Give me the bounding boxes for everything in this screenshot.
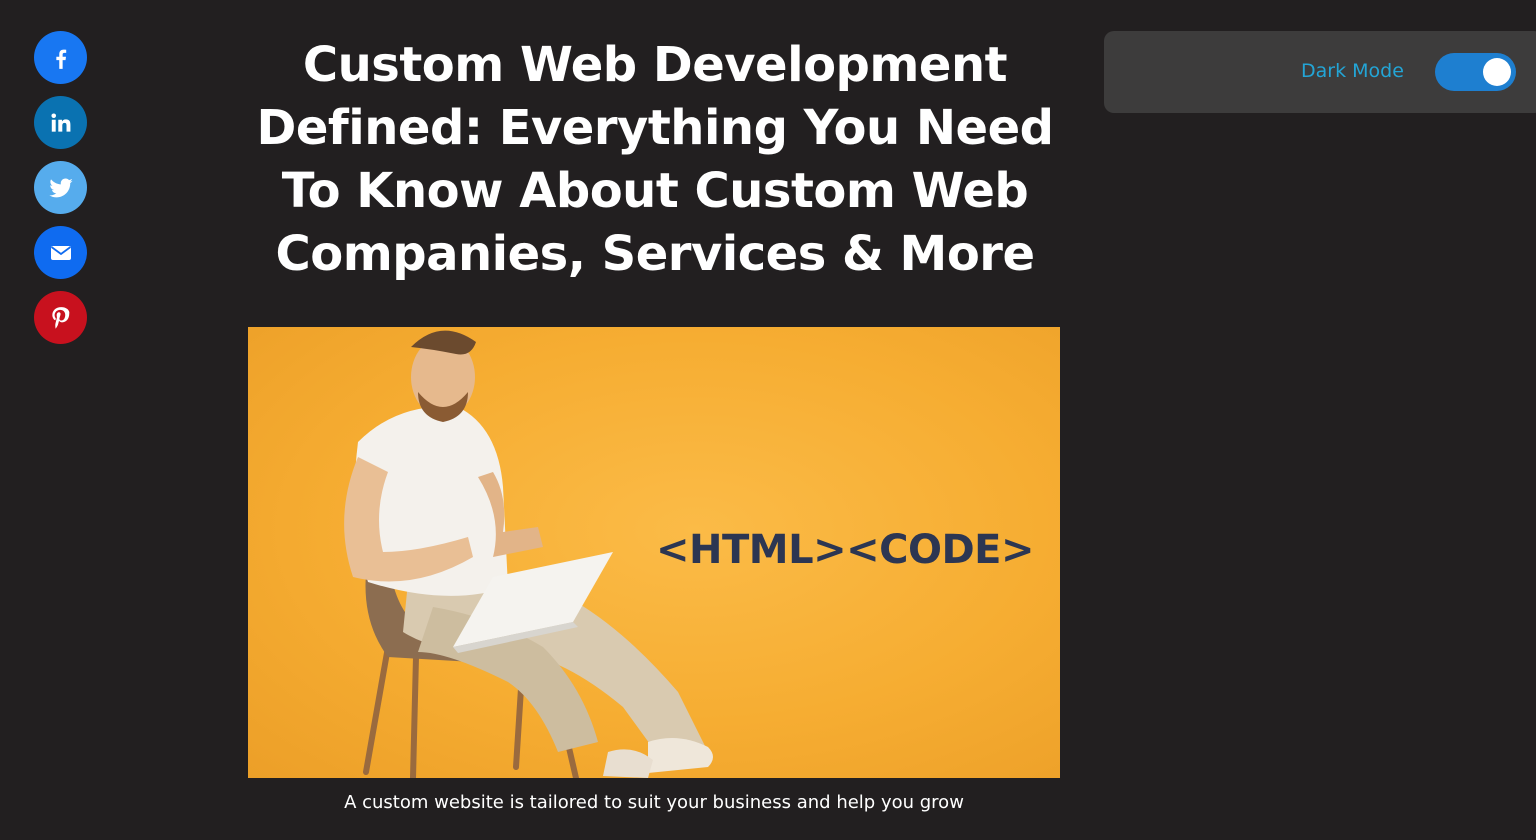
twitter-share-button[interactable] — [34, 161, 87, 214]
social-share-bar — [34, 31, 87, 344]
hero-image-caption: A custom website is tailored to suit you… — [344, 792, 964, 813]
dark-mode-toggle-knob — [1483, 58, 1511, 86]
page: Custom Web Development Defined: Everythi… — [0, 0, 1536, 840]
email-icon — [50, 245, 71, 260]
facebook-share-button[interactable] — [34, 31, 87, 84]
dark-mode-toggle[interactable] — [1435, 53, 1516, 91]
linkedin-share-button[interactable] — [34, 96, 87, 149]
article-title: Custom Web Development Defined: Everythi… — [256, 37, 1054, 282]
twitter-icon — [48, 178, 73, 197]
email-share-button[interactable] — [34, 226, 87, 279]
hero-image: <HTML><CODE> — [248, 327, 1060, 778]
dark-mode-panel: Dark Mode — [1104, 31, 1536, 113]
pinterest-icon — [51, 306, 69, 329]
linkedin-icon — [50, 112, 70, 132]
pinterest-share-button[interactable] — [34, 291, 87, 344]
hero-html-code-text: <HTML><CODE> — [656, 527, 1035, 573]
facebook-icon — [55, 49, 66, 69]
dark-mode-label: Dark Mode — [1301, 60, 1404, 82]
